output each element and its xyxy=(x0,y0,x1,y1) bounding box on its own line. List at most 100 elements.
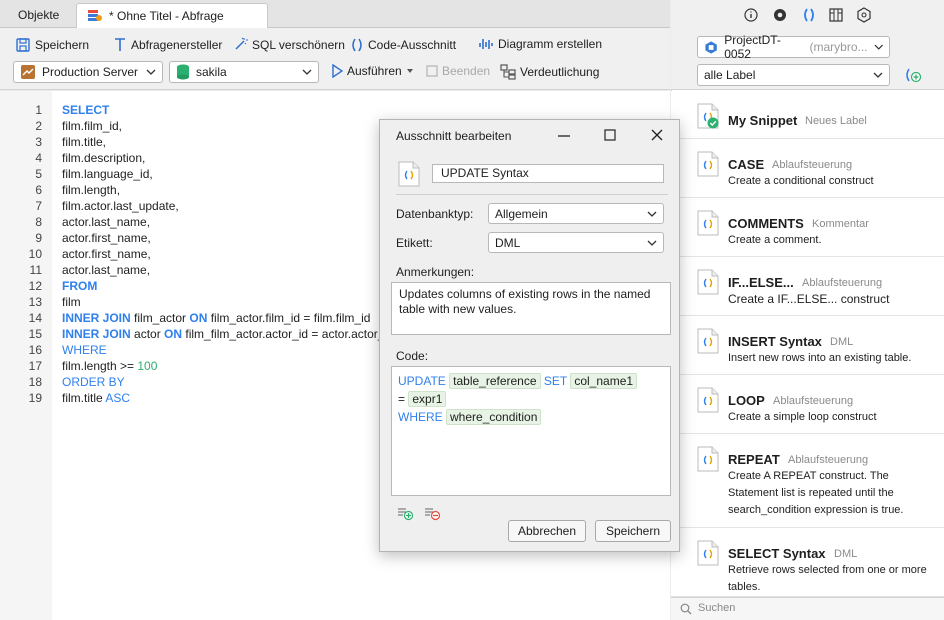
database-value: sakila xyxy=(196,65,227,79)
project-icon xyxy=(705,40,717,54)
snippet-title: CASE xyxy=(728,157,765,172)
snippet-item[interactable]: COMMENTS Kommentar Create a comment. xyxy=(671,198,944,257)
snippet-file-icon xyxy=(697,387,719,416)
snippet-title: SELECT Syntax xyxy=(728,546,826,561)
snippet-description: Create a comment. xyxy=(728,234,822,246)
code-line-3: WHERE where_condition xyxy=(398,408,664,426)
server-icon xyxy=(21,65,35,79)
columns-icon[interactable] xyxy=(829,8,843,22)
search-placeholder: Suchen xyxy=(698,602,736,614)
tab-query-label: * Ohne Titel - Abfrage xyxy=(109,9,224,23)
snippet-item[interactable]: My Snippet Neues Label xyxy=(671,91,944,139)
snippet-checked-icon xyxy=(697,103,719,132)
add-snippet-icon[interactable] xyxy=(904,67,922,83)
line-gutter xyxy=(0,91,52,620)
database-icon xyxy=(177,64,189,80)
database-select[interactable]: sakila xyxy=(169,61,319,83)
query-toolbar: Speichern Abfragenersteller SQL verschön… xyxy=(0,28,670,90)
snippet-title: LOOP xyxy=(728,393,765,408)
snippet-label: Ablaufsteuerung xyxy=(788,454,869,466)
chart-icon xyxy=(479,39,493,49)
snippet-item[interactable]: INSERT Syntax DML Insert new rows into an … xyxy=(671,316,944,375)
snippet-title: INSERT Syntax xyxy=(728,334,822,349)
dbtype-value: Allgemein xyxy=(495,206,548,221)
snippet-label: Ablaufsteuerung xyxy=(773,395,854,407)
snippet-label: DML xyxy=(834,548,858,560)
cancel-button[interactable]: Abbrechen xyxy=(508,520,586,542)
beautify-sql-button[interactable]: SQL verschönern xyxy=(233,37,345,52)
query-builder-button[interactable]: Abfragenersteller xyxy=(113,37,222,53)
close-icon[interactable] xyxy=(651,129,663,141)
project-owner: (marybro... xyxy=(809,40,868,54)
save-label: Speichern xyxy=(35,38,90,52)
stop-icon xyxy=(426,65,438,77)
save-snippet-button[interactable]: Speichern xyxy=(595,520,671,542)
project-select[interactable]: ProjectDT-0052 (marybro... xyxy=(697,33,890,61)
code-line-1: UPDATE table_reference SET col_name1 xyxy=(398,372,664,390)
tab-objects[interactable]: Objekte xyxy=(8,3,72,28)
connection-value: Production Server xyxy=(42,65,139,79)
remove-placeholder-icon[interactable] xyxy=(423,505,441,521)
chevron-down-icon xyxy=(302,69,312,75)
chevron-down-icon xyxy=(873,72,883,78)
snippet-file-icon xyxy=(697,269,719,298)
snippet-item[interactable]: IF...ELSE... Ablaufsteuerung Create a IF..… xyxy=(671,257,944,316)
label-select[interactable]: DML xyxy=(488,232,664,253)
snippet-label: Kommentar xyxy=(812,218,869,230)
snippet-description: Create a conditional construct xyxy=(728,175,874,187)
snippet-file-icon xyxy=(697,540,719,569)
hexagon-icon[interactable] xyxy=(857,7,871,23)
code-snippet-button[interactable]: Code-Ausschnitt xyxy=(350,37,456,53)
save-icon xyxy=(16,38,30,52)
snippet-label: Neues Label xyxy=(805,115,867,127)
chevron-down-icon xyxy=(647,211,657,217)
dbtype-select[interactable]: Allgemein xyxy=(488,203,664,224)
explain-icon xyxy=(500,64,516,80)
query-icon xyxy=(88,10,102,21)
code-placeholder-chip: where_condition xyxy=(446,409,542,425)
snippet-description: Create a simple loop construct xyxy=(728,411,877,423)
maximize-icon[interactable] xyxy=(604,129,616,141)
snippet-description: Create A REPEAT construct. The Statement… xyxy=(728,470,904,516)
edit-snippet-dialog: Ausschnitt bearbeiten UPDATE Syntax Date… xyxy=(379,119,680,552)
snippet-name-input[interactable]: UPDATE Syntax xyxy=(432,164,664,183)
create-chart-button[interactable]: Diagramm erstellen xyxy=(478,37,602,51)
stop-button[interactable]: Beenden xyxy=(426,64,490,78)
save-button[interactable]: Speichern xyxy=(15,37,89,53)
code-textarea[interactable]: UPDATE table_reference SET col_name1 = e… xyxy=(391,366,671,496)
add-placeholder-icon[interactable] xyxy=(396,505,414,521)
label-field-label: Etikett: xyxy=(396,236,433,250)
label-value: DML xyxy=(495,235,521,250)
snippet-title: COMMENTS xyxy=(728,216,804,231)
eye-icon[interactable] xyxy=(772,8,788,22)
chevron-down-icon xyxy=(647,240,657,246)
remarks-textarea[interactable]: Updates columns of existing rows in the … xyxy=(391,282,671,335)
explain-button[interactable]: Verdeutlichung xyxy=(500,64,599,80)
snippet-panel-header: ProjectDT-0052 (marybro... alle Label xyxy=(671,0,944,90)
snippet-file-icon xyxy=(697,210,719,239)
snippet-title: IF...ELSE... xyxy=(728,275,794,290)
snippet-description: Retrieve rows selected from one or more … xyxy=(728,564,927,593)
snippet-item[interactable]: LOOP Ablaufsteuerung Create a simple loop … xyxy=(671,375,944,434)
minimize-icon[interactable] xyxy=(558,135,570,137)
snippet-label: Ablaufsteuerung xyxy=(772,159,853,171)
caret-down-icon xyxy=(406,69,413,73)
snippet-title: My Snippet xyxy=(728,113,798,128)
chevron-down-icon xyxy=(146,69,156,75)
tab-query[interactable]: * Ohne Titel - Abfrage xyxy=(76,3,268,28)
snippet-search-bar[interactable]: Suchen xyxy=(671,597,944,620)
label-filter-select[interactable]: alle Label xyxy=(697,64,890,86)
code-label: Code: xyxy=(396,349,429,363)
code-snippet-tab-icon[interactable] xyxy=(802,7,816,23)
code-placeholder-chip: expr1 xyxy=(408,391,447,407)
snippet-item[interactable]: CASE Ablaufsteuerung Create a conditional … xyxy=(671,139,944,198)
remarks-label: Anmerkungen: xyxy=(396,265,475,279)
snippet-item[interactable]: SELECT Syntax DML Retrieve rows selected f… xyxy=(671,528,944,597)
connection-select[interactable]: Production Server xyxy=(13,61,163,83)
info-icon[interactable] xyxy=(744,8,758,22)
run-button[interactable]: Ausführen xyxy=(331,64,414,78)
snippet-item[interactable]: REPEAT Ablaufsteuerung Create A REPEAT con… xyxy=(671,434,944,528)
snippet-description: Insert new rows into an existing table. xyxy=(728,352,912,364)
code-snippet-label: Code-Ausschnitt xyxy=(368,38,457,52)
snippet-title: REPEAT xyxy=(728,452,780,467)
